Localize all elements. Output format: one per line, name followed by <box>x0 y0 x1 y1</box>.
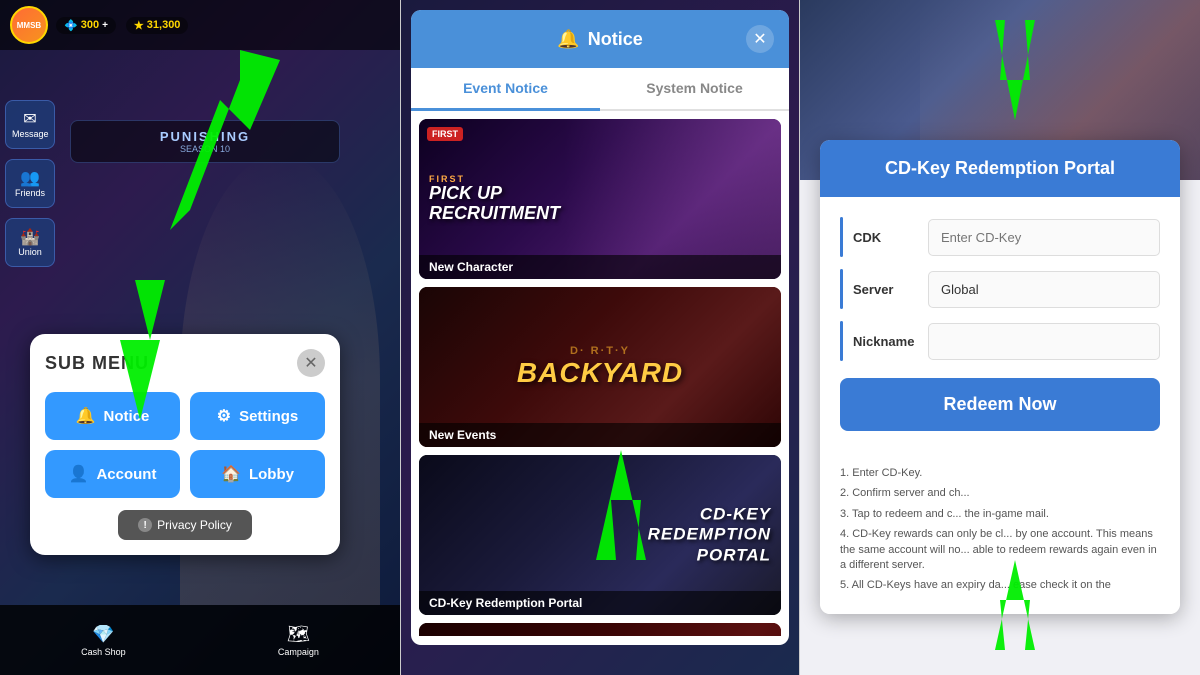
note-5: 5. All CD-Keys have an expiry da... ease… <box>840 578 1160 593</box>
cdk-input[interactable] <box>928 219 1160 256</box>
bell-icon: 🔔 <box>76 406 96 426</box>
avatar: MMSB <box>10 6 48 44</box>
lobby-icon: 🏠 <box>221 464 241 484</box>
sub-menu-popup: SUB MENU ✕ 🔔 Notice ⚙ Settings 👤 Account… <box>30 334 340 555</box>
nickname-label: Nickname <box>853 334 918 349</box>
cdkey-form: CDK Server Nickname Redeem Now <box>820 197 1180 451</box>
resources: 💠 300 + ★ 31,300 <box>56 17 188 34</box>
side-navigation: ✉ Message 👥 Friends 🏰 Union <box>5 100 55 267</box>
notice-item-cdkey[interactable]: CD-KEYREDEMPTIONPORTAL CD-Key Redemption… <box>419 455 781 615</box>
server-label: Server <box>853 282 918 297</box>
tab-system-notice[interactable]: System Notice <box>600 68 789 109</box>
campaign-icon: 🗺 <box>278 624 319 645</box>
notice-modal: 🔔 Notice ✕ Event Notice System Notice <box>411 10 789 645</box>
server-field-row: Server <box>840 269 1160 309</box>
info-icon: ! <box>138 518 152 532</box>
nickname-field-row: Nickname <box>840 321 1160 361</box>
note-1: 1. Enter CD-Key. <box>840 466 1160 481</box>
sidebar-item-message[interactable]: ✉ Message <box>5 100 55 149</box>
notice-button[interactable]: 🔔 Notice <box>45 392 180 440</box>
panel-1-game: MMSB 💠 300 + ★ 31,300 ✉ Message <box>0 0 400 675</box>
cdkey-header: CD-Key Redemption Portal <box>820 140 1180 197</box>
sidebar-item-friends[interactable]: 👥 Friends <box>5 159 55 208</box>
server-input[interactable] <box>928 271 1160 308</box>
gold-resource: ★ 31,300 <box>126 17 189 34</box>
notice-item-credit[interactable]: LINK YOUR CREDIT R...AND CLAIM REWA... C… <box>419 623 781 636</box>
gem-resource: 💠 300 + <box>56 17 116 34</box>
privacy-policy-button[interactable]: ! Privacy Policy <box>118 510 252 540</box>
game-title-area: PUNISHING SEASON 10 <box>70 120 340 163</box>
notice-item-2-label: New Events <box>419 423 781 447</box>
note-2: 2. Confirm server and ch... <box>840 486 1160 501</box>
gear-icon: ⚙ <box>217 406 231 426</box>
account-icon: 👤 <box>69 464 89 484</box>
notice-item-backyard[interactable]: D· R·T·Y BACKYARD New Events <box>419 287 781 447</box>
top-bar: MMSB 💠 300 + ★ 31,300 <box>0 0 400 50</box>
nickname-accent <box>840 321 843 361</box>
notice-title: 🔔 Notice <box>557 29 642 50</box>
nickname-input[interactable] <box>928 323 1160 360</box>
redeem-now-button[interactable]: Redeem Now <box>840 378 1160 431</box>
cash-shop-icon: 💎 <box>81 624 126 645</box>
cdkey-portal: CD-Key Redemption Portal CDK Server <box>820 140 1180 614</box>
note-3: 3. Tap to redeem and c... the in-game ma… <box>840 507 1160 522</box>
game-title: PUNISHING <box>79 129 331 144</box>
first-badge: FIRST <box>427 127 463 141</box>
union-icon: 🏰 <box>12 227 48 247</box>
server-accent <box>840 269 843 309</box>
bottom-nav-campaign[interactable]: 🗺 Campaign <box>278 624 319 657</box>
cdkey-notes: 1. Enter CD-Key. 2. Confirm server and c… <box>820 451 1180 614</box>
bottom-nav-cash-shop[interactable]: 💎 Cash Shop <box>81 624 126 657</box>
cdk-label: CDK <box>853 230 918 245</box>
menu-grid: 🔔 Notice ⚙ Settings 👤 Account 🏠 Lobby <box>45 392 325 498</box>
settings-button[interactable]: ⚙ Settings <box>190 392 325 440</box>
notice-header: 🔔 Notice ✕ <box>411 10 789 68</box>
close-notice-button[interactable]: ✕ <box>746 25 774 53</box>
game-subtitle: SEASON 10 <box>79 144 331 154</box>
close-sub-menu-button[interactable]: ✕ <box>297 349 325 377</box>
bell-icon-2: 🔔 <box>557 29 579 50</box>
account-button[interactable]: 👤 Account <box>45 450 180 498</box>
cdk-accent <box>840 217 843 257</box>
notice-tabs: Event Notice System Notice <box>411 68 789 111</box>
friends-icon: 👥 <box>12 168 48 188</box>
tab-event-notice[interactable]: Event Notice <box>411 68 600 111</box>
bottom-navigation: 💎 Cash Shop 🗺 Campaign <box>0 605 400 675</box>
note-4: 4. CD-Key rewards can only be cl... by o… <box>840 527 1160 573</box>
notice-item-3-label: CD-Key Redemption Portal <box>419 591 781 615</box>
notice-item-4-bg: LINK YOUR CREDIT R...AND CLAIM REWA... <box>419 623 781 636</box>
sub-menu-title: SUB MENU <box>45 353 149 374</box>
message-icon: ✉ <box>12 109 48 129</box>
cdkey-portal-title: CD-Key Redemption Portal <box>838 158 1162 179</box>
cdk-field-row: CDK <box>840 217 1160 257</box>
lobby-button[interactable]: 🏠 Lobby <box>190 450 325 498</box>
notice-content: FIRST PICK UPRECRUITMENT New Character F… <box>411 111 789 636</box>
sub-menu-header: SUB MENU ✕ <box>45 349 325 377</box>
notice-item-1-label: New Character <box>419 255 781 279</box>
notice-item-pickup[interactable]: FIRST PICK UPRECRUITMENT New Character F… <box>419 119 781 279</box>
sidebar-item-union[interactable]: 🏰 Union <box>5 218 55 267</box>
panel-2-notice: 🔔 Notice ✕ Event Notice System Notice <box>400 0 800 675</box>
panel-3-cdkey: CD-Key Redemption Portal CDK Server <box>800 0 1200 675</box>
